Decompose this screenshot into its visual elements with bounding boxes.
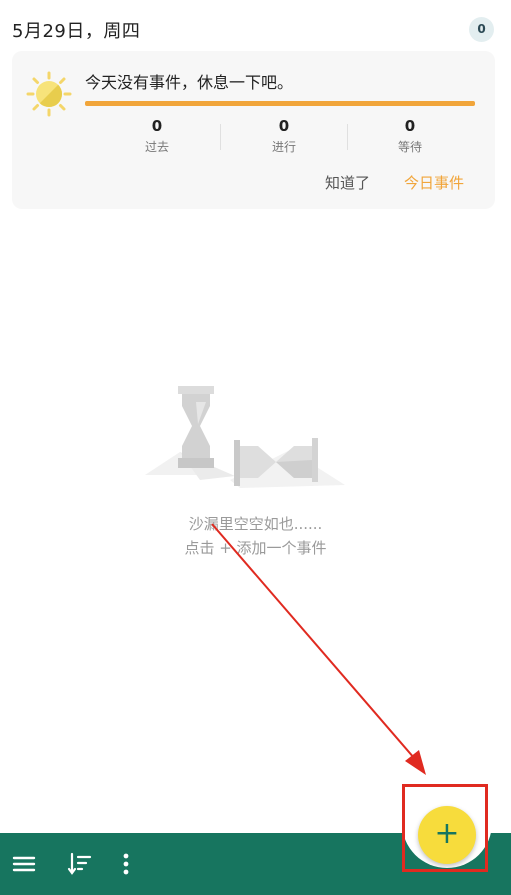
dismiss-button[interactable]: 知道了: [325, 172, 370, 193]
sun-icon: [26, 71, 72, 117]
date-title: 5月29日，周四: [12, 21, 141, 42]
stat-past-value: 0: [151, 117, 163, 135]
stat-waiting: 0 等待: [346, 117, 474, 155]
empty-state-hint: 点击 + 添加一个事件: [184, 539, 327, 557]
day-progress-bar: [85, 101, 475, 106]
hourglass-illustration: [145, 386, 345, 488]
stat-past: 0 过去: [93, 117, 221, 155]
top-bar: 5月29日，周四 0: [0, 0, 511, 56]
more-vert-icon[interactable]: [112, 850, 140, 878]
stat-ongoing-value: 0: [278, 117, 290, 135]
stat-past-label: 过去: [144, 140, 169, 154]
today-events-button[interactable]: 今日事件: [404, 172, 464, 193]
sort-icon[interactable]: [66, 850, 94, 878]
stat-waiting-label: 等待: [397, 140, 422, 154]
no-events-message: 今天没有事件，休息一下吧。: [85, 73, 294, 92]
stat-waiting-value: 0: [404, 117, 416, 135]
empty-state-title: 沙漏里空空如也......: [188, 515, 323, 533]
annotation-highlight-box: [402, 784, 488, 872]
stat-ongoing: 0 进行: [220, 117, 348, 155]
event-count-badge[interactable]: 0: [469, 17, 494, 42]
today-summary-card: 今天没有事件，休息一下吧。 0 过去 0 进行 0 等待 知道了 今日事件: [12, 51, 495, 209]
day-progress-fill: [85, 101, 475, 106]
menu-icon[interactable]: [10, 850, 38, 878]
stat-ongoing-label: 进行: [271, 140, 296, 154]
